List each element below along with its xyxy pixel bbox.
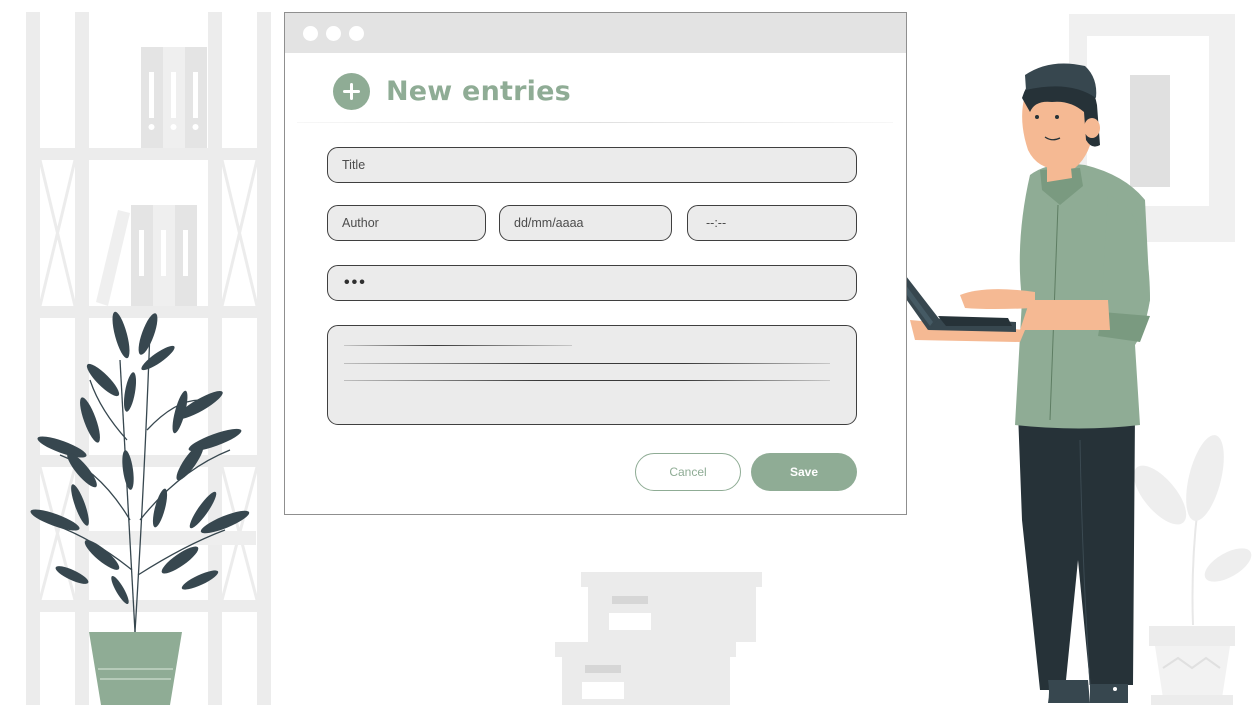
time-field[interactable] bbox=[687, 205, 857, 241]
save-button[interactable]: Save bbox=[751, 453, 857, 491]
date-field[interactable] bbox=[499, 205, 672, 241]
illustration-scene: New entries ••• Cancel Save bbox=[0, 0, 1259, 705]
shelf-books bbox=[88, 531, 256, 545]
window-titlebar bbox=[285, 13, 906, 53]
binders-top bbox=[141, 47, 207, 148]
binders-middle bbox=[96, 205, 197, 306]
plus-icon[interactable] bbox=[333, 72, 370, 110]
entry-form-window: New entries ••• Cancel Save bbox=[284, 12, 907, 515]
password-mask: ••• bbox=[344, 274, 367, 291]
window-control-dot[interactable] bbox=[349, 26, 364, 41]
storage-boxes bbox=[555, 572, 762, 705]
cancel-button[interactable]: Cancel bbox=[635, 453, 741, 491]
background-plant bbox=[1133, 435, 1252, 705]
password-field[interactable]: ••• bbox=[327, 265, 857, 301]
header-divider bbox=[297, 122, 893, 123]
form-header: New entries bbox=[333, 71, 571, 111]
page-title: New entries bbox=[386, 75, 571, 107]
title-input[interactable] bbox=[342, 158, 856, 172]
text-line bbox=[344, 345, 572, 346]
author-input[interactable] bbox=[342, 216, 485, 230]
text-line bbox=[344, 363, 830, 364]
title-field[interactable] bbox=[327, 147, 857, 183]
author-field[interactable] bbox=[327, 205, 486, 241]
text-line bbox=[344, 380, 830, 381]
date-input[interactable] bbox=[514, 216, 671, 230]
window-control-dot[interactable] bbox=[303, 26, 318, 41]
time-input[interactable] bbox=[706, 216, 856, 230]
description-textarea[interactable] bbox=[327, 325, 857, 425]
window-control-dot[interactable] bbox=[326, 26, 341, 41]
